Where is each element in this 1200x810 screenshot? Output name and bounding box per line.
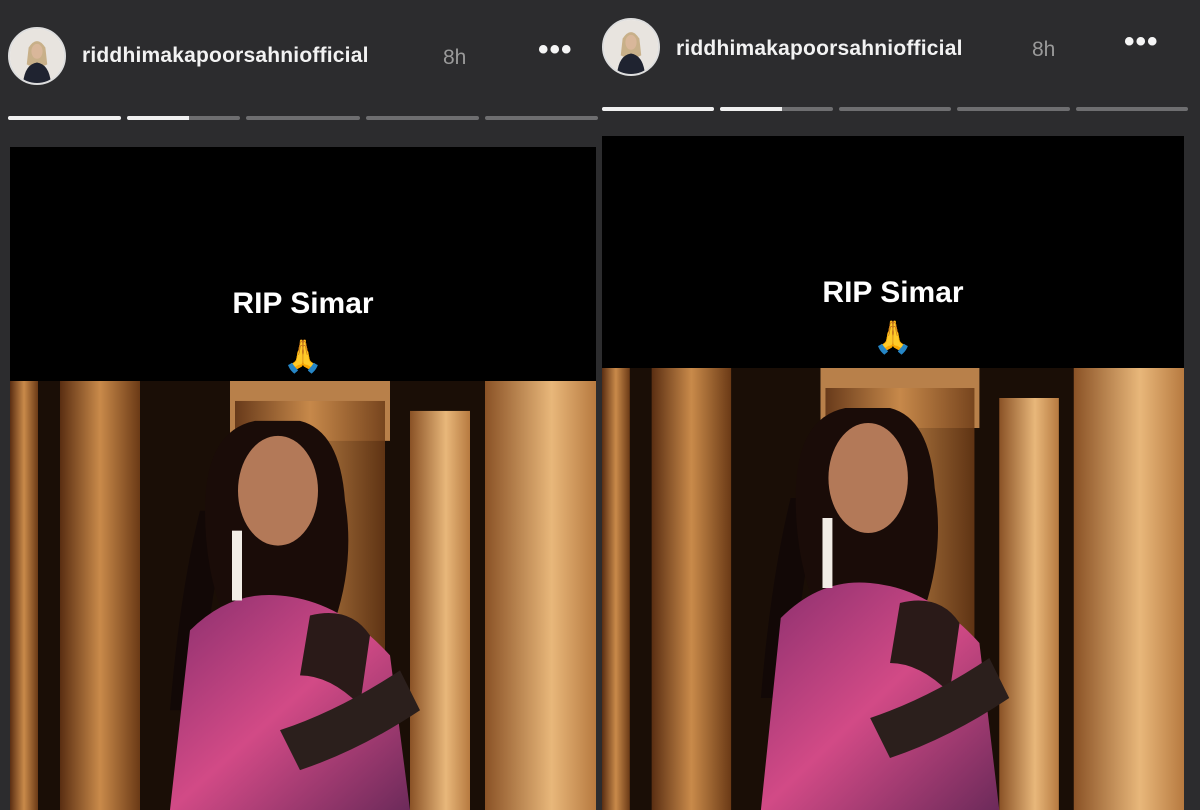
story-caption: RIP Simar [232, 287, 374, 320]
progress-segment [720, 107, 833, 111]
more-horizontal-icon[interactable]: ••• [1124, 27, 1159, 57]
woman-portrait-image [602, 368, 1184, 810]
story-progress-bar [602, 107, 1189, 111]
folded-hands-icon: 🙏 [283, 338, 323, 374]
woman-portrait-image [10, 381, 596, 810]
profile-avatar[interactable] [602, 18, 660, 76]
story-viewer-right: riddhimakapoorsahniofficial 8h ••• RIP S… [598, 0, 1200, 810]
avatar-image [604, 20, 658, 74]
username-link[interactable]: riddhimakapoorsahniofficial [82, 44, 369, 68]
progress-segment [365, 116, 479, 120]
progress-segment [246, 116, 360, 120]
story-header: riddhimakapoorsahniofficial 8h ••• [598, 0, 1200, 111]
story-timestamp: 8h [1032, 38, 1056, 61]
progress-segment [8, 116, 122, 120]
avatar-image [10, 29, 64, 83]
story-timestamp: 8h [443, 46, 467, 69]
story-content[interactable]: RIP Simar 🙏 [602, 136, 1184, 810]
story-photo [602, 368, 1184, 810]
profile-avatar[interactable] [8, 27, 66, 85]
story-header: riddhimakapoorsahniofficial 8h ••• [0, 0, 600, 120]
username-link[interactable]: riddhimakapoorsahniofficial [676, 37, 963, 61]
progress-segment [127, 116, 241, 120]
progress-segment [602, 107, 715, 111]
story-viewer-left: riddhimakapoorsahniofficial 8h ••• RIP S… [0, 0, 600, 810]
progress-segment [484, 116, 599, 120]
story-progress-bar [8, 116, 599, 120]
folded-hands-icon: 🙏 [873, 319, 913, 355]
story-caption: RIP Simar [822, 276, 964, 309]
progress-segment [957, 107, 1070, 111]
story-photo [10, 381, 596, 810]
progress-segment [838, 107, 952, 111]
progress-segment [1075, 107, 1189, 111]
story-content[interactable]: RIP Simar 🙏 [10, 147, 596, 810]
more-horizontal-icon[interactable]: ••• [538, 35, 573, 65]
